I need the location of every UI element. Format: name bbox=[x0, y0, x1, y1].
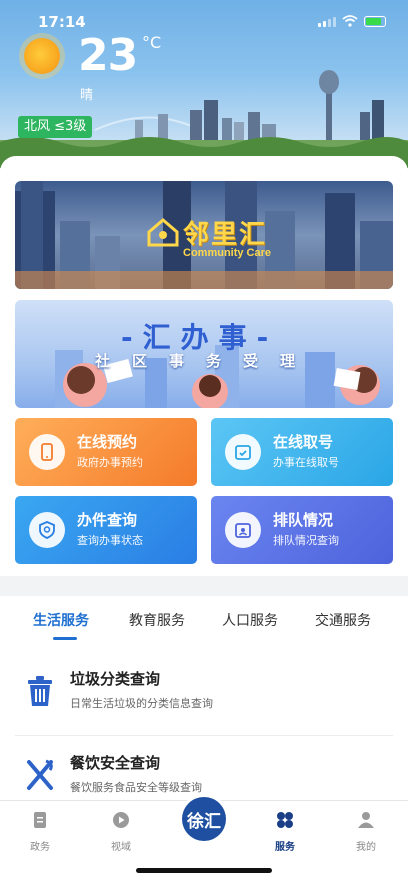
tab-life[interactable]: 生活服务 bbox=[33, 610, 89, 630]
phone-icon bbox=[29, 434, 65, 470]
queue-status-card[interactable]: 排队情况 排队情况查询 bbox=[211, 496, 393, 564]
calendar-person-icon bbox=[225, 512, 261, 548]
tab-traffic[interactable]: 交通服务 bbox=[315, 610, 371, 630]
list-item-desc: 日常生活垃圾的分类信息查询 bbox=[70, 697, 213, 710]
logo-icon[interactable]: 徐汇 bbox=[182, 797, 226, 841]
tab-education[interactable]: 教育服务 bbox=[129, 610, 185, 630]
service-tabs: 生活服务 教育服务 人口服务 交通服务 bbox=[0, 596, 408, 646]
community-banner-subtitle: Community Care bbox=[183, 247, 272, 259]
service-desc: 办事在线取号 bbox=[273, 456, 339, 469]
tab-label: 我的 bbox=[356, 842, 376, 853]
weather-condition: 晴 bbox=[80, 88, 94, 103]
wind-badge: 北风 ≤3级 bbox=[18, 116, 93, 138]
tab-active-indicator bbox=[53, 637, 77, 640]
community-banner-title: 邻里汇 bbox=[183, 220, 268, 250]
affairs-banner[interactable]: -汇办事- 社区事务受理 bbox=[15, 300, 393, 408]
weather-header: 17:14 23 °C 晴 北风 ≤3级 bbox=[0, 0, 408, 168]
tab-label: 视域 bbox=[111, 842, 131, 853]
tab-label: 服务 bbox=[275, 842, 295, 853]
search-shield-icon bbox=[29, 512, 65, 548]
tab-video[interactable]: 视域 bbox=[101, 811, 141, 853]
life-services-section: 生活服务 教育服务 人口服务 交通服务 垃圾分类查询 日常生活垃圾的分类信息查询… bbox=[0, 596, 408, 806]
service-desc: 排队情况查询 bbox=[273, 534, 339, 547]
tab-population[interactable]: 人口服务 bbox=[222, 610, 278, 630]
online-ticket-card[interactable]: 在线取号 办事在线取号 bbox=[211, 418, 393, 486]
case-query-card[interactable]: 办件查询 查询办事状态 bbox=[15, 496, 197, 564]
tab-government[interactable]: 政务 bbox=[20, 811, 60, 853]
document-icon bbox=[34, 812, 46, 828]
fork-knife-icon bbox=[27, 759, 53, 790]
temperature-unit: °C bbox=[142, 33, 162, 52]
service-title: 排队情况 bbox=[273, 511, 334, 529]
online-booking-card[interactable]: 在线预约 政府办事预约 bbox=[15, 418, 197, 486]
calendar-check-icon bbox=[225, 434, 261, 470]
list-item-desc: 餐饮服务食品安全等级查询 bbox=[70, 781, 202, 794]
wifi-icon bbox=[342, 15, 358, 27]
tab-mine[interactable]: 我的 bbox=[346, 811, 386, 853]
house-logo-icon bbox=[147, 218, 179, 247]
status-time: 17:14 bbox=[38, 13, 86, 31]
temperature: 23 bbox=[78, 30, 138, 81]
main-card: 邻里汇 Community Care -汇办事- 社区事务受理 在线预约 政府办 bbox=[0, 156, 408, 576]
service-desc: 政府办事预约 bbox=[77, 456, 143, 469]
list-item-title: 餐饮安全查询 bbox=[70, 754, 161, 772]
grid-icon bbox=[277, 812, 293, 828]
status-icons bbox=[318, 15, 386, 27]
service-desc: 查询办事状态 bbox=[77, 534, 143, 547]
play-icon bbox=[113, 812, 129, 828]
signal-icon bbox=[318, 17, 336, 27]
list-item-title: 垃圾分类查询 bbox=[70, 670, 161, 688]
home-indicator bbox=[136, 868, 272, 873]
service-title: 在线取号 bbox=[273, 433, 334, 451]
community-banner[interactable]: 邻里汇 Community Care bbox=[15, 181, 393, 289]
service-title: 在线预约 bbox=[77, 433, 138, 451]
status-bar: 17:14 bbox=[0, 0, 408, 44]
battery-icon bbox=[364, 16, 386, 27]
service-grid: 在线预约 政府办事预约 在线取号 办事在线取号 办件查询 查询办事状态 排队情况… bbox=[15, 418, 393, 564]
sun-icon bbox=[24, 38, 60, 74]
tab-label: 政务 bbox=[30, 842, 50, 853]
list-item[interactable]: 垃圾分类查询 日常生活垃圾的分类信息查询 bbox=[0, 652, 408, 736]
person-icon bbox=[358, 812, 374, 828]
affairs-banner-subtitle: 社区事务受理 bbox=[95, 352, 318, 370]
tab-services[interactable]: 服务 bbox=[265, 811, 305, 853]
service-title: 办件查询 bbox=[77, 511, 138, 529]
trash-icon bbox=[28, 676, 52, 706]
